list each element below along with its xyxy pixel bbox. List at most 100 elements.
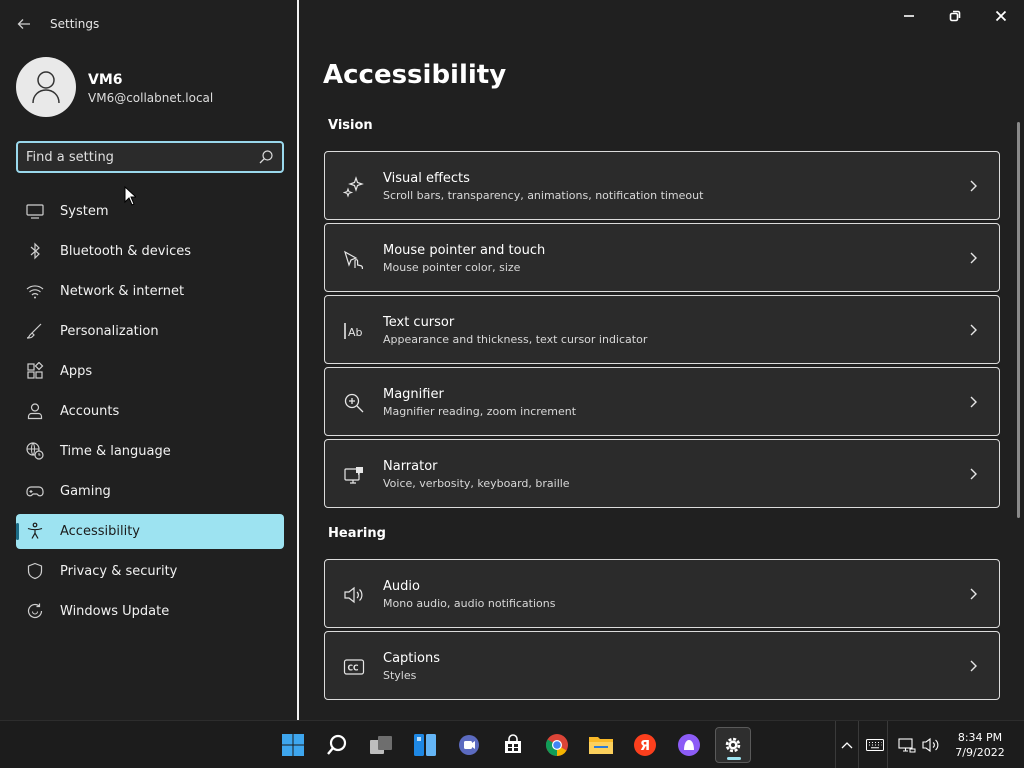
nav-item-system[interactable]: System xyxy=(16,194,284,229)
nav-label: Network & internet xyxy=(60,284,185,299)
settings-icon xyxy=(725,737,741,753)
nav-item-personalization[interactable]: Personalization xyxy=(16,314,284,349)
nav-label: System xyxy=(60,204,109,219)
start-icon xyxy=(282,734,304,756)
settings-taskbar-button[interactable] xyxy=(715,727,751,763)
card-title: Text cursor xyxy=(383,315,455,330)
card-subtitle: Mono audio, audio notifications xyxy=(383,597,556,610)
widgets-icon xyxy=(414,734,436,756)
svg-text:Я: Я xyxy=(640,739,650,754)
volume-status[interactable] xyxy=(920,721,942,768)
pointer-touch-icon xyxy=(343,250,363,269)
keyboard-button[interactable] xyxy=(862,721,888,768)
nav-label: Bluetooth & devices xyxy=(60,244,191,259)
globe-clock-icon xyxy=(26,442,44,460)
alice-icon xyxy=(678,734,700,756)
task-view-icon xyxy=(370,736,392,754)
card-subtitle: Voice, verbosity, keyboard, braille xyxy=(383,477,570,490)
wifi-icon xyxy=(26,285,44,299)
setting-card-magnifier[interactable]: Magnifier Magnifier reading, zoom increm… xyxy=(324,367,1000,436)
task-view-button[interactable] xyxy=(363,727,399,763)
app-title: Settings xyxy=(50,17,100,31)
taskbar: Я 8:34 PM 7/9/2022 xyxy=(0,720,1024,768)
nav-label: Time & language xyxy=(60,444,171,459)
card-subtitle: Scroll bars, transparency, animations, n… xyxy=(383,189,704,202)
text-cursor-icon: Ab xyxy=(344,323,363,339)
brush-icon xyxy=(26,323,42,339)
nav-label: Privacy & security xyxy=(60,564,178,579)
yandex-button[interactable]: Я xyxy=(627,727,663,763)
widgets-button[interactable] xyxy=(407,727,443,763)
back-arrow-icon xyxy=(17,19,30,29)
close-button[interactable] xyxy=(991,6,1011,26)
nav-item-gaming[interactable]: Gaming xyxy=(16,474,284,509)
setting-card-narrator[interactable]: Narrator Voice, verbosity, keyboard, bra… xyxy=(324,439,1000,508)
search-box[interactable] xyxy=(16,141,284,173)
bluetooth-icon xyxy=(30,242,40,260)
scrollbar[interactable] xyxy=(1017,122,1020,518)
card-title: Captions xyxy=(383,651,440,666)
nav-label: Apps xyxy=(60,364,93,379)
card-subtitle: Styles xyxy=(383,669,417,682)
nav-item-windows-update[interactable]: Windows Update xyxy=(16,594,284,629)
nav-item-apps[interactable]: Apps xyxy=(16,354,284,389)
section-title-hearing: Hearing xyxy=(328,526,386,541)
captions-icon: CC xyxy=(343,659,365,675)
chevron-right-icon xyxy=(970,660,977,672)
nav-label: Accessibility xyxy=(60,524,140,539)
card-subtitle: Appearance and thickness, text cursor in… xyxy=(383,333,648,346)
setting-card-visual-effects[interactable]: Visual effects Scroll bars, transparency… xyxy=(324,151,1000,220)
setting-card-mouse-pointer[interactable]: Mouse pointer and touch Mouse pointer co… xyxy=(324,223,1000,292)
person-icon xyxy=(27,403,43,420)
minimize-button[interactable] xyxy=(899,6,919,26)
user-email: VM6@collabnet.local xyxy=(88,91,214,105)
nav-item-network[interactable]: Network & internet xyxy=(16,274,284,309)
nav-item-time-language[interactable]: Time & language xyxy=(16,434,284,469)
chevron-right-icon xyxy=(970,468,977,480)
pane-divider xyxy=(297,0,299,720)
card-title: Visual effects xyxy=(383,171,470,186)
apps-icon xyxy=(27,362,44,379)
chevron-right-icon xyxy=(970,252,977,264)
back-button[interactable] xyxy=(14,14,34,34)
nav-label: Personalization xyxy=(60,324,159,339)
show-hidden-icons-button[interactable] xyxy=(835,721,859,768)
chevron-right-icon xyxy=(970,588,977,600)
setting-card-text-cursor[interactable]: Ab Text cursor Appearance and thickness,… xyxy=(324,295,1000,364)
close-icon xyxy=(995,10,1007,22)
start-button[interactable] xyxy=(275,727,311,763)
clock-time: 8:34 PM xyxy=(957,731,1003,744)
settings-window: Settings VM6 VM6@collabnet.local System … xyxy=(0,0,1024,720)
accessibility-icon xyxy=(27,522,43,539)
network-status[interactable] xyxy=(896,721,918,768)
search-icon[interactable] xyxy=(258,149,274,165)
nav-label: Windows Update xyxy=(60,604,170,619)
chevron-up-icon xyxy=(841,742,853,749)
setting-card-captions[interactable]: CC Captions Styles xyxy=(324,631,1000,700)
chrome-button[interactable] xyxy=(539,727,575,763)
setting-card-audio[interactable]: Audio Mono audio, audio notifications xyxy=(324,559,1000,628)
restore-button[interactable] xyxy=(945,6,965,26)
alice-button[interactable] xyxy=(671,727,707,763)
nav-item-privacy-security[interactable]: Privacy & security xyxy=(16,554,284,589)
search-icon xyxy=(327,734,347,755)
avatar[interactable] xyxy=(16,57,76,117)
search-input[interactable] xyxy=(26,148,246,166)
store-button[interactable] xyxy=(495,727,531,763)
active-indicator xyxy=(727,757,741,760)
nav-item-accessibility[interactable]: Accessibility xyxy=(16,514,284,549)
mouse-cursor-icon xyxy=(124,186,136,206)
card-title: Magnifier xyxy=(383,387,444,402)
chrome-icon xyxy=(546,734,568,756)
chat-button[interactable] xyxy=(451,727,487,763)
chat-icon xyxy=(459,735,479,755)
clock[interactable]: 8:34 PM 7/9/2022 xyxy=(950,730,1010,760)
nav-item-bluetooth[interactable]: Bluetooth & devices xyxy=(16,234,284,269)
shield-icon xyxy=(27,562,43,580)
navigation-pane: Settings VM6 VM6@collabnet.local System … xyxy=(0,0,298,720)
taskbar-search-button[interactable] xyxy=(319,727,355,763)
file-explorer-button[interactable] xyxy=(583,727,619,763)
nav-item-accounts[interactable]: Accounts xyxy=(16,394,284,429)
nav-list: System Bluetooth & devices Network & int… xyxy=(16,194,284,634)
sparkle-icon xyxy=(343,176,364,198)
